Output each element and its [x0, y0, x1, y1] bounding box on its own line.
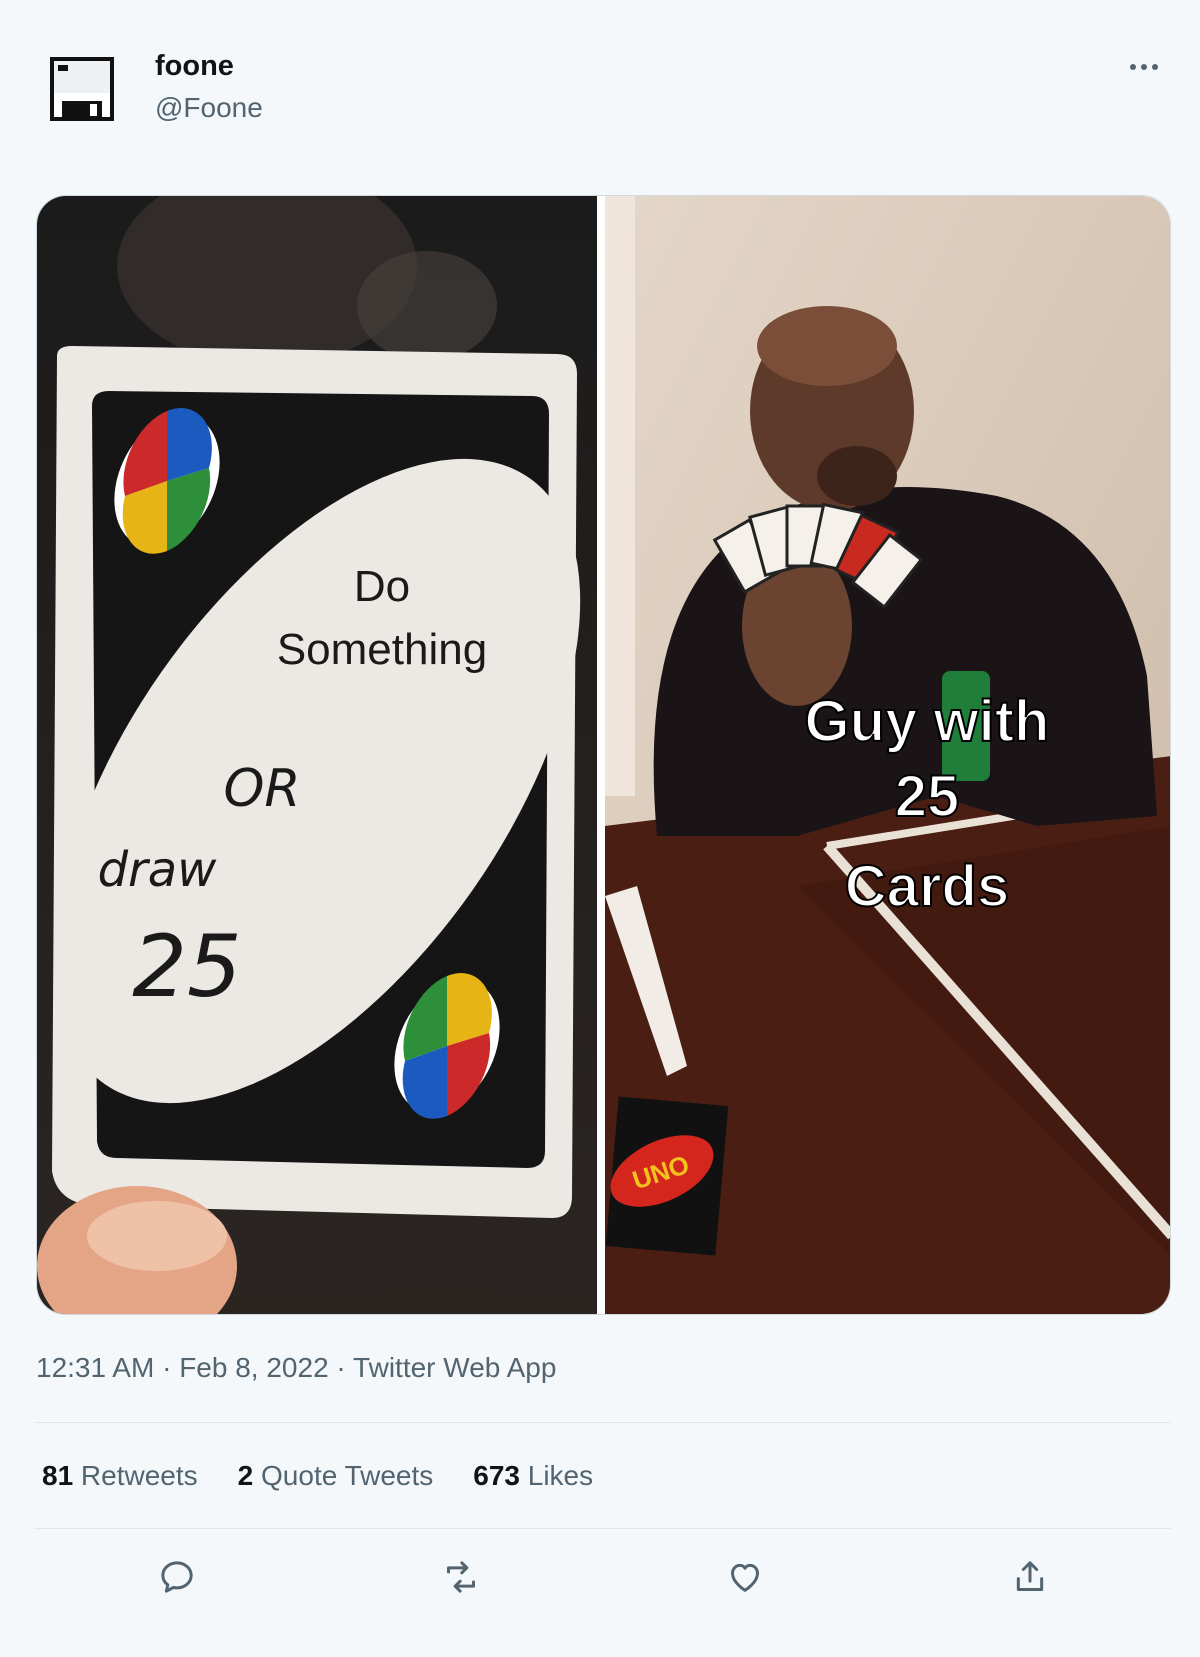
divider	[34, 1528, 1171, 1529]
tweet-date[interactable]: Feb 8, 2022	[179, 1352, 328, 1383]
card-text-line-2: Something	[277, 625, 487, 674]
share-button[interactable]	[1005, 1552, 1055, 1602]
more-icon-dot	[1141, 64, 1147, 70]
panel-divider	[597, 196, 605, 1314]
heart-icon	[731, 1563, 759, 1592]
quote-tweets-stat[interactable]: 2 Quote Tweets	[238, 1460, 434, 1492]
card-text-line-1: Do	[354, 562, 410, 611]
retweets-stat[interactable]: 81 Retweets	[42, 1460, 198, 1492]
more-options-button[interactable]	[1120, 52, 1168, 82]
divider	[34, 1422, 1171, 1423]
floppy-disk-icon	[50, 57, 114, 121]
quotes-label: Quote Tweets	[253, 1460, 434, 1491]
action-bar	[0, 1552, 1200, 1602]
share-icon	[1016, 1561, 1044, 1591]
more-icon-dot	[1152, 64, 1158, 70]
meta-separator: ·	[154, 1352, 180, 1383]
reply-button[interactable]	[152, 1552, 202, 1602]
retweet-button[interactable]	[436, 1552, 486, 1602]
uno-deck: UNO	[605, 1096, 729, 1256]
card-handwritten-25: 25	[132, 917, 241, 1017]
likes-count: 673	[473, 1460, 520, 1491]
left-panel: Do Something OR draw 25	[37, 196, 597, 1314]
retweet-icon	[447, 1561, 475, 1593]
tweet-source[interactable]: Twitter Web App	[353, 1352, 556, 1383]
quotes-count: 2	[237, 1460, 254, 1491]
likes-stat[interactable]: 673 Likes	[473, 1460, 593, 1492]
more-icon-dot	[1130, 64, 1136, 70]
retweets-count: 81	[42, 1460, 74, 1491]
tweet: foone @Foone Do Something OR draw 25 UNO…	[0, 0, 1200, 1657]
meme-text-line-2: 25	[895, 764, 960, 829]
card-handwritten-or: OR	[223, 759, 300, 819]
right-panel: UNO Guy with 25 Cards	[605, 196, 1170, 1314]
tweet-time[interactable]: 12:31 AM	[36, 1352, 154, 1383]
meme-image: Do Something OR draw 25 UNO Guy with 25 …	[37, 196, 1170, 1314]
meta-separator: ·	[328, 1352, 354, 1383]
reply-icon	[161, 1561, 193, 1593]
tweet-meta: 12:31 AM · Feb 8, 2022 · Twitter Web App	[36, 1352, 556, 1384]
likes-label: Likes	[519, 1460, 594, 1491]
author-handle[interactable]: @Foone	[155, 92, 263, 124]
author-name[interactable]: foone	[155, 50, 234, 83]
tweet-stats: 81 Retweets 2 Quote Tweets 673 Likes	[42, 1460, 593, 1492]
tweet-media-image[interactable]: Do Something OR draw 25 UNO Guy with 25 …	[36, 195, 1171, 1315]
retweets-label: Retweets	[73, 1460, 198, 1491]
card-handwritten-draw: draw	[98, 842, 218, 898]
avatar[interactable]	[50, 57, 114, 121]
meme-text-line-1: Guy with	[805, 689, 1050, 754]
like-button[interactable]	[720, 1552, 770, 1602]
meme-text-line-3: Cards	[845, 854, 1009, 919]
